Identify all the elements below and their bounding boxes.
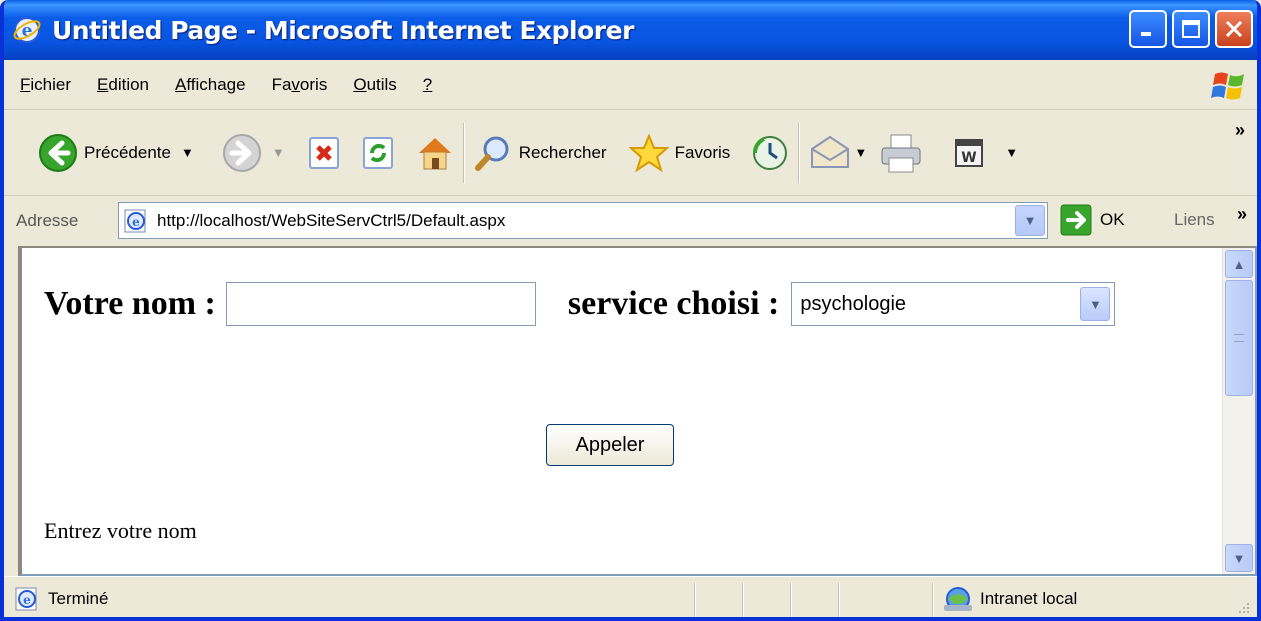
go-arrow-icon	[1060, 204, 1092, 236]
intranet-icon	[944, 587, 972, 611]
svg-text:e: e	[132, 215, 140, 229]
home-icon	[418, 137, 451, 169]
minimize-button[interactable]	[1129, 10, 1167, 48]
status-pane	[932, 583, 934, 617]
zone-text: Intranet local	[980, 589, 1078, 608]
menu-fichier[interactable]: Fichier	[20, 75, 71, 95]
scroll-up-icon[interactable]: ▲	[1225, 250, 1253, 278]
history-icon	[753, 135, 788, 170]
page-content: Votre nom : service choisi : psychologie…	[22, 248, 1222, 574]
address-bar: Adresse e http://localhost/WebSiteServCt…	[4, 196, 1257, 246]
page-status-icon: e	[15, 587, 37, 611]
menu-favoris[interactable]: Favoris	[272, 75, 328, 95]
stop-icon	[308, 136, 339, 169]
service-select[interactable]: psychologie ▼	[791, 282, 1116, 326]
close-button[interactable]	[1215, 10, 1253, 48]
form-row: Votre nom : service choisi : psychologie…	[44, 282, 1116, 326]
address-label: Adresse	[16, 211, 79, 230]
address-dropdown-icon[interactable]: ▼	[1015, 205, 1045, 236]
security-zone: Intranet local	[942, 585, 1077, 613]
search-button[interactable]: Rechercher	[473, 133, 607, 173]
status-pane	[838, 583, 840, 617]
forward-arrow-icon	[222, 133, 261, 172]
ie-icon: e	[13, 17, 41, 43]
window-controls	[1129, 10, 1253, 48]
refresh-icon	[362, 136, 393, 169]
menu-edition[interactable]: Edition	[97, 75, 149, 95]
page-viewport: Votre nom : service choisi : psychologie…	[18, 246, 1257, 576]
printer-icon	[881, 134, 921, 172]
scroll-down-icon[interactable]: ▼	[1225, 544, 1253, 572]
status-text: Terminé	[48, 589, 109, 608]
svg-text:e: e	[23, 593, 31, 607]
resize-grip-icon[interactable]	[1235, 599, 1251, 615]
close-icon	[1225, 20, 1243, 38]
call-button[interactable]: Appeler	[546, 424, 674, 466]
stop-button[interactable]	[307, 135, 343, 171]
home-button[interactable]	[415, 133, 455, 173]
search-label: Rechercher	[518, 142, 607, 162]
back-dropdown-icon[interactable]: ▼	[181, 145, 194, 160]
status-pane	[694, 583, 696, 617]
mail-icon	[811, 135, 850, 168]
address-url: http://localhost/WebSiteServCtrl5/Defaul…	[157, 210, 506, 230]
history-button[interactable]	[750, 133, 790, 173]
favorites-button[interactable]: Favoris	[628, 132, 731, 173]
search-icon	[474, 136, 509, 171]
toolbar-separator	[798, 122, 801, 183]
back-arrow-icon	[39, 133, 77, 172]
mail-dropdown-icon[interactable]: ▼	[854, 145, 867, 160]
svg-text:W: W	[961, 150, 976, 166]
menu-bar: Fichier Edition Affichage Favoris Outils…	[4, 60, 1257, 110]
refresh-button[interactable]	[361, 135, 397, 171]
service-label: service choisi :	[567, 285, 780, 322]
word-edit-icon: W	[955, 138, 984, 167]
links-chevron-icon[interactable]: »	[1237, 204, 1247, 225]
title-bar: e Untitled Page - Microsoft Internet Exp…	[4, 0, 1257, 60]
menu-outils[interactable]: Outils	[353, 75, 396, 95]
name-input[interactable]	[225, 282, 536, 326]
toolbar-separator	[462, 122, 465, 183]
status-pane	[742, 583, 744, 617]
edit-button[interactable]: W ▼	[953, 137, 1018, 169]
window-title: Untitled Page - Microsoft Internet Explo…	[52, 15, 634, 45]
back-button[interactable]: Précédente ▼	[38, 133, 194, 173]
star-icon	[628, 132, 669, 172]
browser-window: e Untitled Page - Microsoft Internet Exp…	[0, 0, 1261, 621]
vertical-scrollbar[interactable]: ▲ ▼	[1222, 248, 1255, 574]
status-bar: e Terminé Intranet local	[4, 576, 1257, 617]
maximize-button[interactable]	[1172, 10, 1210, 48]
go-label: OK	[1100, 210, 1125, 229]
print-button[interactable]	[879, 132, 923, 174]
chevron-down-icon[interactable]: ▼	[1080, 287, 1111, 321]
scroll-thumb[interactable]	[1225, 280, 1253, 396]
toolbar-chevron-icon[interactable]: »	[1235, 120, 1245, 141]
page-icon: e	[124, 209, 146, 232]
back-label: Précédente	[84, 142, 171, 162]
maximize-icon	[1182, 20, 1200, 38]
grip-icon	[1234, 334, 1244, 342]
mail-button[interactable]: ▼	[808, 133, 867, 173]
favorites-label: Favoris	[674, 142, 731, 162]
address-input[interactable]: e http://localhost/WebSiteServCtrl5/Defa…	[118, 202, 1048, 239]
forward-dropdown-icon[interactable]: ▼	[272, 145, 285, 160]
links-label[interactable]: Liens	[1174, 210, 1215, 230]
minimize-icon	[1141, 32, 1151, 36]
menu-help[interactable]: ?	[423, 75, 432, 95]
standard-toolbar: Précédente ▼ ▼ Rechercher Favoris ▼ W ▼ …	[4, 110, 1257, 196]
service-value: psychologie	[800, 292, 907, 315]
name-label: Votre nom :	[44, 285, 216, 322]
menu-affichage[interactable]: Affichage	[175, 75, 246, 95]
edit-dropdown-icon[interactable]: ▼	[1005, 145, 1018, 160]
hint-text: Entrez votre nom	[44, 518, 197, 543]
windows-logo-icon	[1211, 72, 1244, 100]
go-button[interactable]: OK	[1060, 204, 1125, 236]
forward-button[interactable]: ▼	[222, 133, 285, 173]
status-pane	[790, 583, 792, 617]
